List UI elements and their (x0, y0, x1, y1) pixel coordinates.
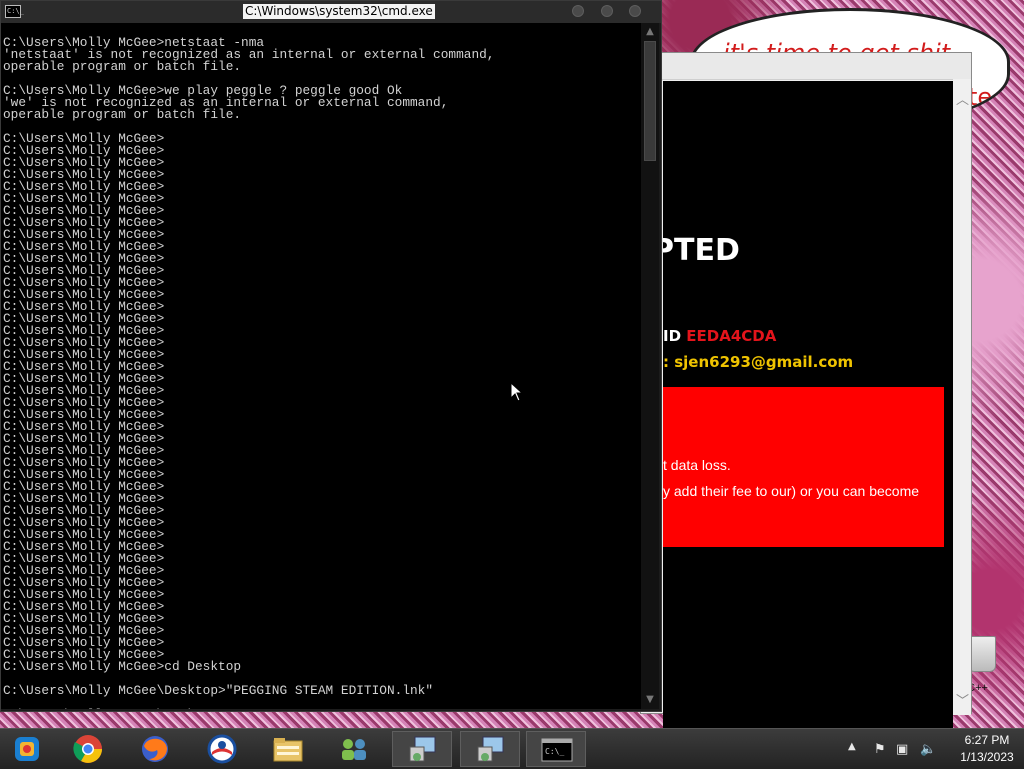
chrome-icon (73, 735, 102, 763)
taskbar-file-explorer[interactable] (258, 731, 318, 767)
ransom-id-row: ID EEDA4CDA (663, 327, 776, 345)
windows-live-icon (15, 737, 39, 761)
taskbar-obama[interactable] (192, 731, 252, 767)
ransom-window-titlebar[interactable] (641, 53, 971, 80)
ransom-id-value: EEDA4CDA (686, 327, 777, 345)
scrollbar-thumb[interactable] (644, 41, 656, 161)
taskbar-remote-installer-2[interactable] (460, 731, 520, 767)
maximize-button[interactable] (601, 5, 613, 17)
close-button[interactable] (629, 5, 641, 17)
cmd-line: operable program or batch file. (3, 107, 242, 122)
ransom-id-label: ID (663, 327, 687, 345)
taskbar-cmd[interactable]: C:\_ (526, 731, 586, 767)
system-tray: ▲ ⚑ ▣ 🔈 6:27 PM 1/13/2023 (834, 729, 1024, 769)
cmd-window-title: C:\Windows\system32\cmd.exe (243, 4, 435, 19)
clock-date[interactable]: 1/13/2023 (954, 750, 1020, 764)
ransom-heading: PTED (663, 233, 740, 268)
clock-time[interactable]: 6:27 PM (954, 733, 1020, 747)
cmd-titlebar[interactable]: C:\_ C:\Windows\system32\cmd.exe (1, 1, 661, 23)
remote-installer-icon (409, 736, 436, 762)
mouse-cursor-icon (510, 382, 524, 402)
recycle-bin-icon[interactable] (968, 636, 996, 672)
cmd-app-icon[interactable]: C:\_ (5, 5, 24, 18)
network-people-icon (342, 739, 366, 760)
cmd-icon: C:\_ (541, 738, 573, 762)
show-hidden-icons-icon[interactable]: ▲ (848, 741, 856, 752)
ransom-note-content: PTED ID EEDA4CDA : sjen6293@gmail.com t … (663, 81, 953, 764)
svg-text:C:\_: C:\_ (545, 747, 564, 756)
ransom-warning-box: t data loss. y add their fee to our) or … (663, 387, 944, 547)
scroll-up-icon[interactable]: ▲ (643, 25, 657, 39)
minimize-button[interactable] (572, 5, 584, 17)
taskbar-windows-live[interactable] (0, 731, 57, 767)
taskbar-network-people[interactable] (324, 731, 384, 767)
volume-icon[interactable]: 🔈 (920, 742, 936, 757)
cmd-console[interactable]: C:\Users\Molly McGee>netstaat -nma 'nets… (1, 23, 641, 709)
ransom-warning-line-2: y add their fee to our) or you can becom… (663, 483, 920, 499)
ransom-note-window[interactable]: PTED ID EEDA4CDA : sjen6293@gmail.com t … (640, 52, 972, 764)
taskbar-remote-installer[interactable] (392, 731, 452, 767)
action-center-flag-icon[interactable]: ⚑ (874, 742, 886, 757)
taskbar: C:\_ ▲ ⚑ ▣ 🔈 6:27 PM 1/13/2023 (0, 728, 1024, 769)
ransom-email: : sjen6293@gmail.com (663, 353, 854, 371)
cmd-output-text: C:\Users\Molly McGee>netstaat -nma 'nets… (1, 23, 641, 709)
network-icon[interactable]: ▣ (896, 742, 908, 757)
cmd-scrollbar[interactable]: ▲ ▼ (641, 23, 659, 709)
remote-installer-2-icon (477, 736, 504, 762)
cmd-line: operable program or batch file. (3, 59, 242, 74)
taskbar-firefox[interactable] (125, 731, 185, 767)
ransom-warning-line-1: t data loss. (663, 457, 731, 473)
cmd-line: C:\Users\Molly McGee\Desktop>e (3, 707, 233, 709)
scroll-down-icon[interactable]: ▼ (643, 693, 657, 707)
cmd-line: C:\Users\Molly McGee\Desktop>"PEGGING ST… (3, 683, 434, 698)
ransom-scrollbar[interactable]: ︿ ﹀ (953, 79, 971, 715)
cmd-line: C:\Users\Molly McGee>cd Desktop (3, 659, 242, 674)
scroll-up-icon[interactable]: ︿ (956, 89, 969, 108)
taskbar-chrome[interactable] (58, 731, 118, 767)
file-explorer-icon (273, 738, 303, 762)
firefox-icon (142, 736, 168, 762)
cmd-window[interactable]: C:\_ C:\Windows\system32\cmd.exe C:\User… (0, 0, 662, 712)
scroll-down-icon[interactable]: ﹀ (956, 690, 969, 709)
obama-icon (207, 734, 237, 764)
